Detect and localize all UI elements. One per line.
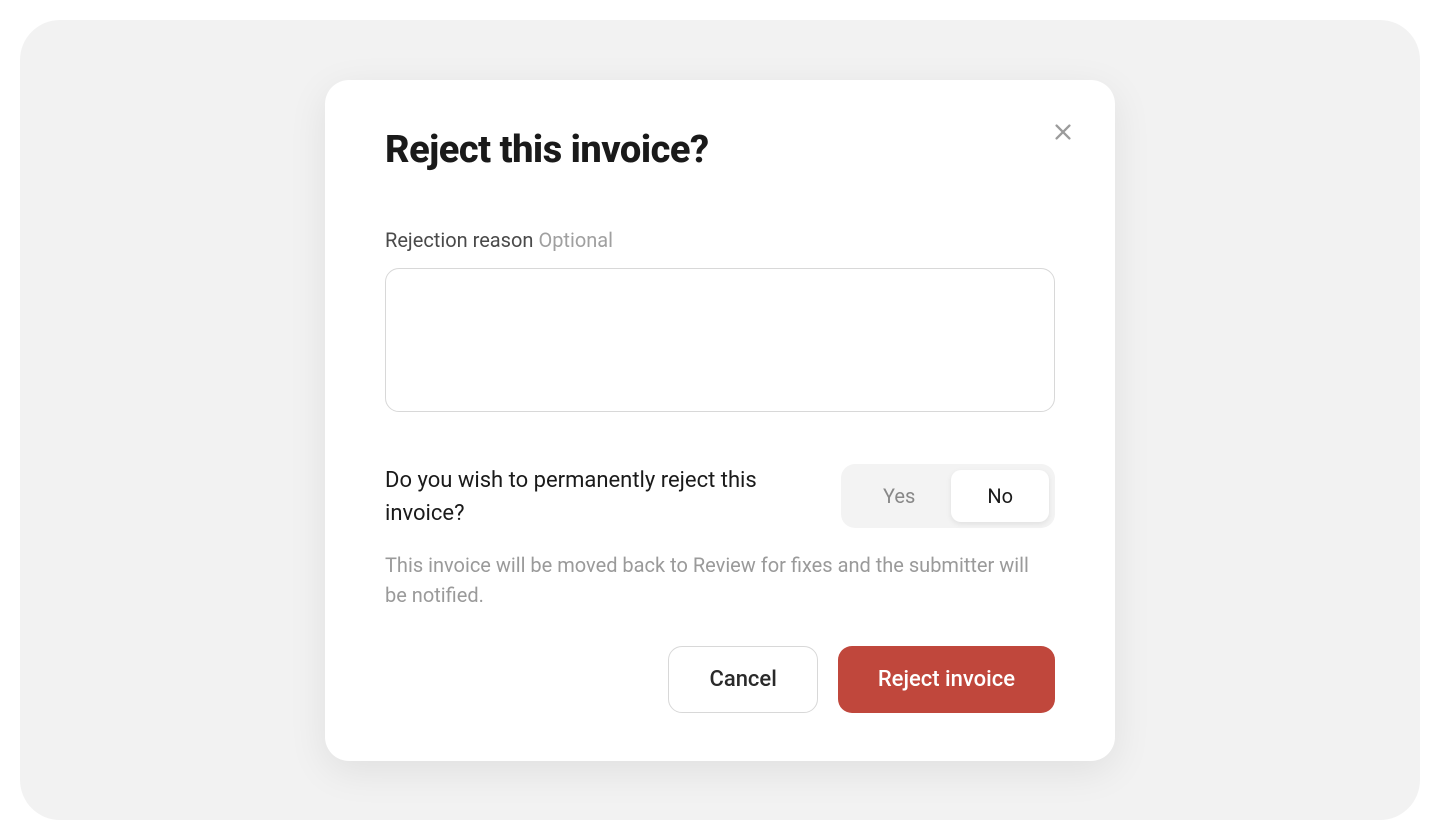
reject-invoice-button[interactable]: Reject invoice	[838, 646, 1055, 713]
rejection-reason-optional-label: Optional	[538, 228, 613, 252]
modal-title: Reject this invoice?	[385, 128, 1055, 172]
close-icon	[1052, 121, 1074, 143]
permanent-reject-toggle: Yes No	[841, 464, 1055, 528]
helper-text: This invoice will be moved back to Revie…	[385, 550, 1055, 610]
rejection-reason-label: Rejection reason Optional	[385, 228, 1055, 252]
close-button[interactable]	[1047, 116, 1079, 148]
rejection-reason-input[interactable]	[385, 268, 1055, 412]
page-container: Reject this invoice? Rejection reason Op…	[20, 20, 1420, 820]
button-row: Cancel Reject invoice	[385, 646, 1055, 713]
permanent-reject-question: Do you wish to permanently reject this i…	[385, 464, 811, 530]
toggle-option-no[interactable]: No	[951, 470, 1049, 522]
rejection-reason-label-text: Rejection reason	[385, 228, 533, 252]
reject-invoice-modal: Reject this invoice? Rejection reason Op…	[325, 80, 1115, 761]
permanent-reject-row: Do you wish to permanently reject this i…	[385, 464, 1055, 530]
toggle-option-yes[interactable]: Yes	[847, 470, 951, 522]
cancel-button[interactable]: Cancel	[668, 646, 817, 713]
